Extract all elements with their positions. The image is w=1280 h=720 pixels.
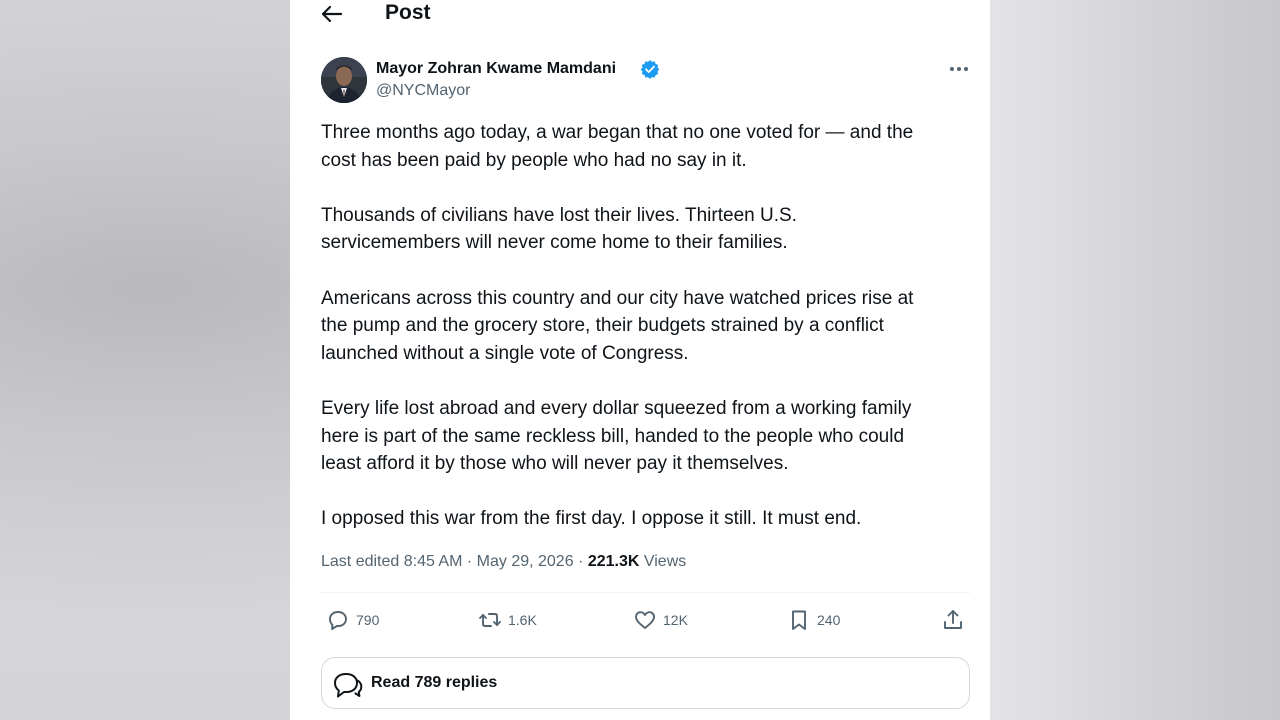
share-icon [944,610,962,629]
display-name[interactable]: Mayor Zohran Kwame Mamdani [376,59,616,79]
verified-badge-icon [640,59,660,79]
views-count: 221.3K [587,553,640,570]
post-paragraph: Americans across this country and our ci… [321,287,914,364]
post-paragraph: Three months ago today, a war began that… [321,122,914,171]
share-button[interactable] [941,607,965,633]
bookmark-count: 240 [817,612,841,628]
post-body: Three months ago today, a war began that… [321,119,961,561]
more-options-icon[interactable] [946,60,972,78]
edited-timestamp[interactable]: Last edited 8:45 AM · May 29, 2026 · [321,553,588,570]
reply-button[interactable]: 790 [326,607,379,633]
read-replies-button[interactable]: Read 789 replies [321,657,970,709]
post-paragraph: I opposed this war from the first day. I… [321,508,862,530]
repost-button[interactable]: 1.6K [478,607,537,633]
divider [321,592,970,593]
arrow-left-icon[interactable] [320,3,344,25]
like-button[interactable]: 12K [633,607,688,633]
post-paragraph: Thousands of civilians have lost their l… [321,204,797,254]
conversation-icon [332,670,364,700]
like-count: 12K [663,612,688,628]
top-bar: Post [290,0,990,30]
avatar[interactable] [321,57,367,103]
read-replies-label: Read 789 replies [371,674,498,691]
post-paragraph: Every life lost abroad and every dollar … [321,397,912,475]
reply-count: 790 [356,612,380,628]
repost-icon [479,613,501,627]
post-card: Post Mayor Zohran Kwame Mamdani @NYCMayo… [290,0,990,720]
background-right [990,0,1280,720]
page-title: Post [385,1,431,24]
bookmark-button[interactable]: 240 [787,607,840,633]
reply-icon [329,611,347,630]
user-handle[interactable]: @NYCMayor [376,81,470,101]
views-label: Views [639,553,687,570]
heart-icon [635,611,655,629]
bookmark-icon [792,610,806,630]
post-metadata: Last edited 8:45 AM · May 29, 2026 · 221… [321,551,686,573]
repost-count: 1.6K [508,612,537,628]
